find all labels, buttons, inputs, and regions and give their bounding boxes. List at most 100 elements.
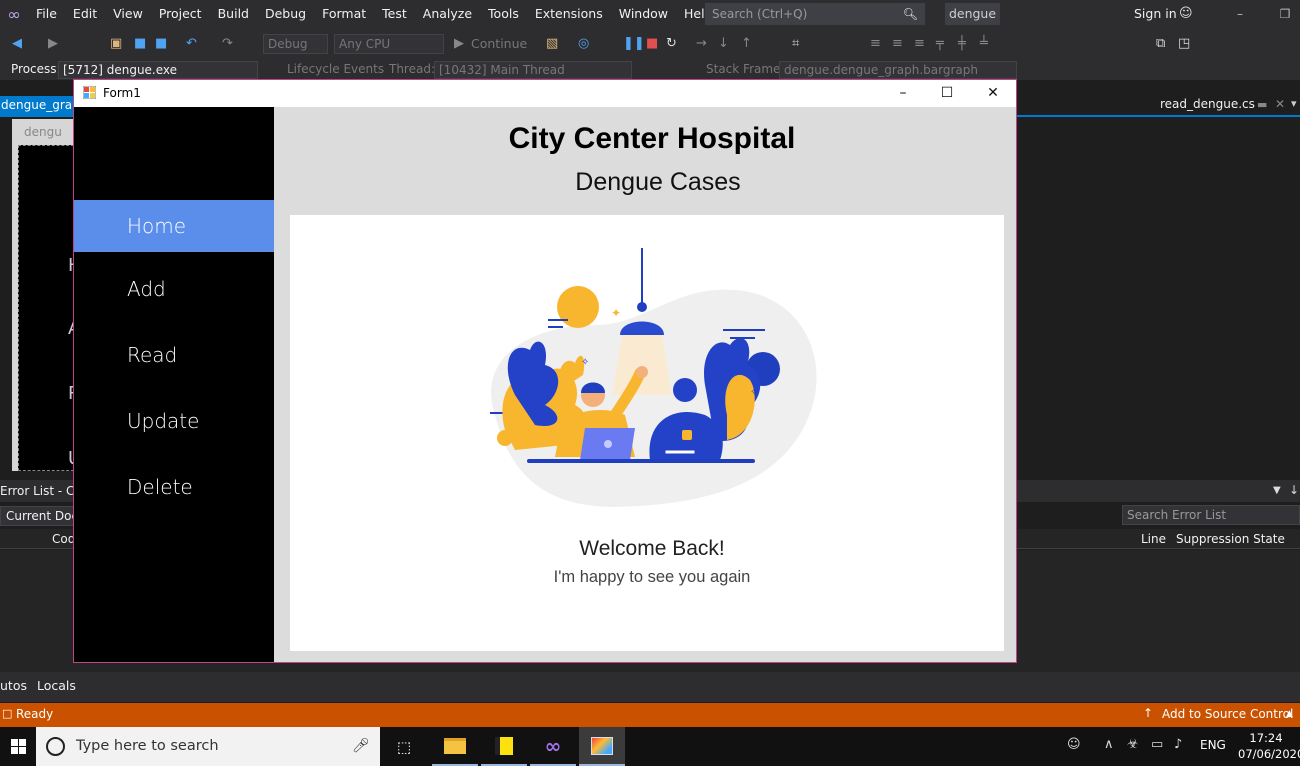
attach-icon[interactable]: ▧ <box>546 36 558 51</box>
open-folder-icon[interactable]: ▣ <box>110 36 122 51</box>
platform-select[interactable]: Any CPU <box>334 34 444 54</box>
microphone-icon[interactable]: 🎤︎ <box>352 738 370 754</box>
pin-icon[interactable]: ▬ <box>1257 98 1267 111</box>
visual-studio-logo-icon[interactable]: ∞ <box>0 0 28 28</box>
menu-window[interactable]: Window <box>611 0 676 28</box>
file-explorer-icon[interactable] <box>432 727 478 766</box>
hospital-title: City Center Hospital <box>508 122 796 155</box>
menu-tools[interactable]: Tools <box>480 0 527 28</box>
menu-extensions[interactable]: Extensions <box>527 0 611 28</box>
tray-expand-icon[interactable]: ∧ <box>1104 737 1114 752</box>
align-middle-icon[interactable]: ╪ <box>958 36 966 51</box>
tab-order-icon[interactable]: ⧉ <box>1156 36 1165 51</box>
bottom-tool-tabs <box>0 672 1300 702</box>
save-icon[interactable]: ■ <box>134 36 146 51</box>
vs-restore-icon[interactable]: ❐ <box>1265 0 1300 28</box>
menu-edit[interactable]: Edit <box>65 0 105 28</box>
welcome-message: I'm happy to see you again <box>553 568 751 586</box>
hex-icon[interactable]: ⌗ <box>792 36 799 51</box>
svg-text:✧: ✧ <box>581 357 589 368</box>
nav-delete[interactable]: Delete <box>74 461 274 513</box>
menu-format[interactable]: Format <box>314 0 374 28</box>
nav-home[interactable]: Home <box>74 200 274 252</box>
taskbar-search-placeholder: Type here to search <box>76 738 219 754</box>
error-list-dropdown-icon[interactable]: ▼ <box>1273 485 1281 496</box>
align-bottom-icon[interactable]: ╧ <box>980 36 988 51</box>
column-line[interactable]: Line <box>1141 532 1166 546</box>
menu-project[interactable]: Project <box>151 0 210 28</box>
column-suppression-state[interactable]: Suppression State <box>1176 532 1285 546</box>
screenshot-icon[interactable]: ◎ <box>578 36 589 51</box>
error-search-input[interactable]: Search Error List <box>1122 505 1300 525</box>
usb-icon[interactable]: ☣ <box>1127 737 1139 752</box>
nav-read[interactable]: Read <box>74 329 274 381</box>
tab-read-dengue[interactable]: read_dengue.cs <box>1160 97 1255 111</box>
form-app-icon <box>82 85 97 100</box>
account-icon[interactable]: ☺ <box>1179 6 1193 21</box>
home-content-panel: ✦ ✧ ✧ Welcome Back! I'm happy to see you… <box>290 215 1004 651</box>
error-scope-select[interactable]: Current Docu <box>0 506 74 526</box>
restart-icon[interactable]: ↻ <box>666 36 677 51</box>
error-list-pin-icon[interactable]: ↓ <box>1289 483 1299 497</box>
configuration-select[interactable]: Debug <box>263 34 328 54</box>
column-code[interactable]: Cod <box>52 532 75 546</box>
input-language[interactable]: ENG <box>1200 738 1226 752</box>
tab-overflow-icon[interactable]: ▾ <box>1291 97 1297 110</box>
designer-tab: dengu <box>24 125 62 139</box>
forward-icon[interactable]: ▶ <box>48 36 58 51</box>
windows-start-icon[interactable] <box>0 727 36 766</box>
back-icon[interactable]: ◀ <box>12 36 22 51</box>
menu-build[interactable]: Build <box>210 0 257 28</box>
undo-icon[interactable]: ↶ <box>186 36 197 51</box>
align-top-icon[interactable]: ╤ <box>936 36 944 51</box>
step-into-icon[interactable]: ↓ <box>718 36 729 51</box>
layout-icon[interactable]: ◳ <box>1178 36 1190 51</box>
nav-add[interactable]: Add <box>74 263 274 315</box>
volume-icon[interactable]: ♪ <box>1174 737 1182 752</box>
source-control-menu-icon[interactable]: ▲ <box>1286 709 1293 719</box>
lifecycle-events-button[interactable]: Lifecycle Events <box>287 62 384 76</box>
sign-in-link[interactable]: Sign in <box>1134 0 1177 28</box>
continue-button[interactable]: Continue <box>471 36 527 51</box>
visual-studio-icon[interactable]: ∞ <box>530 727 576 766</box>
people-icon[interactable]: ☺ <box>1067 737 1081 752</box>
menu-test[interactable]: Test <box>374 0 415 28</box>
menu-debug[interactable]: Debug <box>257 0 314 28</box>
sticky-notes-icon[interactable] <box>481 727 527 766</box>
stop-icon[interactable]: ■ <box>646 36 658 51</box>
align-right-icon[interactable]: ≡ <box>914 36 925 51</box>
stack-frame-select[interactable]: dengue.dengue_graph.bargraph <box>779 61 1017 79</box>
save-all-icon[interactable]: ■ <box>155 36 167 51</box>
step-out-icon[interactable]: ↑ <box>741 36 752 51</box>
tab-dengue-graph[interactable]: dengue_graph <box>0 96 74 116</box>
welcome-heading: Welcome Back! <box>579 537 725 560</box>
form-maximize-icon[interactable]: ☐ <box>924 80 970 107</box>
form-app-taskbar-icon[interactable] <box>579 727 625 766</box>
add-to-source-control-button[interactable]: Add to Source Control <box>1162 707 1293 721</box>
form-minimize-icon[interactable]: – <box>880 80 926 107</box>
thread-select[interactable]: [10432] Main Thread <box>434 61 632 79</box>
nav-update[interactable]: Update <box>74 395 274 447</box>
menu-view[interactable]: View <box>105 0 151 28</box>
tab-autos[interactable]: utos <box>0 678 27 693</box>
process-select[interactable]: [5712] dengue.exe <box>58 61 258 79</box>
step-over-icon[interactable]: → <box>696 36 707 51</box>
redo-icon[interactable]: ↷ <box>222 36 233 51</box>
form-close-icon[interactable]: ✕ <box>970 80 1016 107</box>
clock[interactable]: 17:24 07/06/2020 <box>1238 730 1300 762</box>
continue-icon[interactable]: ▶ <box>454 36 464 51</box>
vs-search-input[interactable]: Search (Ctrl+Q) 🔍︎ <box>705 3 925 25</box>
menu-file[interactable]: File <box>28 0 65 28</box>
align-center-icon[interactable]: ≡ <box>892 36 903 51</box>
cortana-icon <box>46 737 65 756</box>
menu-analyze[interactable]: Analyze <box>415 0 480 28</box>
align-left-icon[interactable]: ≡ <box>870 36 881 51</box>
designer-form-preview[interactable] <box>18 145 74 471</box>
task-view-icon[interactable]: ⬚ <box>381 727 427 766</box>
pause-icon[interactable]: ❚❚ <box>623 36 645 51</box>
tab-locals[interactable]: Locals <box>37 678 76 693</box>
battery-icon[interactable]: ▭ <box>1151 737 1163 752</box>
vs-minimize-icon[interactable]: – <box>1220 0 1260 28</box>
clock-time: 17:24 <box>1249 731 1283 745</box>
close-tab-icon[interactable]: ✕ <box>1275 97 1285 111</box>
